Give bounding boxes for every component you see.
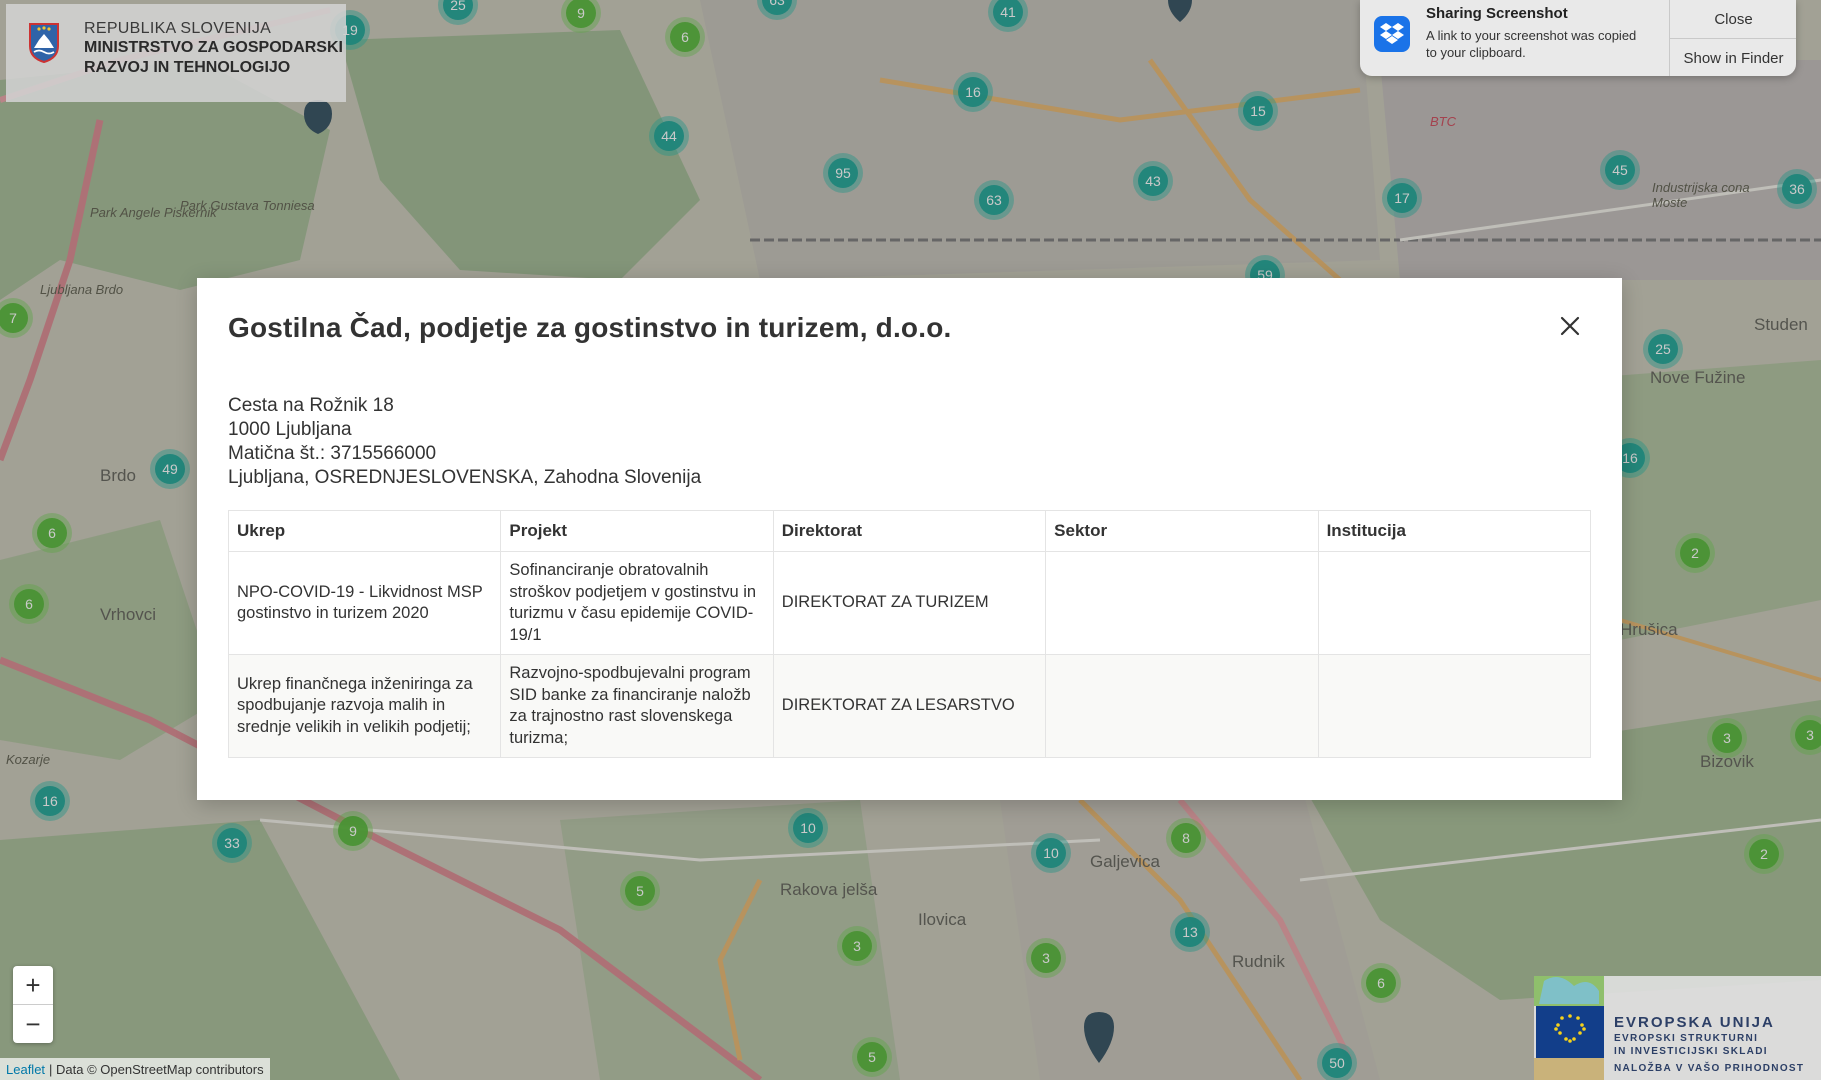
eu-subtitle-2: IN INVESTICIJSKI SKLADI	[1614, 1046, 1768, 1057]
address-street: Cesta na Rožnik 18	[228, 395, 394, 416]
modal-title: Gostilna Čad, podjetje za gostinstvo in …	[228, 312, 952, 343]
slovenia-crest-icon	[29, 23, 59, 64]
company-address: Cesta na Rožnik 18 1000 Ljubljana Matičn…	[228, 394, 1591, 490]
dropbox-icon	[1374, 16, 1410, 52]
zoom-control: + −	[13, 966, 53, 1043]
column-header-sektor: Sektor	[1045, 510, 1319, 552]
notification-body: A link to your screenshot was copied to …	[1426, 28, 1637, 60]
attribution-text: | Data © OpenStreetMap contributors	[49, 1061, 264, 1077]
ministry-line-1: REPUBLIKA SLOVENIJA	[84, 20, 272, 37]
table-cell	[1317, 551, 1592, 655]
table-cell	[1045, 654, 1319, 758]
registration-number: Matična št.: 3715566000	[228, 443, 437, 464]
projects-table: Ukrep Projekt Direktorat Sektor Instituc…	[227, 510, 1592, 758]
table-cell: Ukrep finančnega inženiringa za spodbuja…	[227, 654, 502, 758]
ministry-header: REPUBLIKA SLOVENIJA MINISTRSTVO ZA GOSPO…	[6, 4, 346, 102]
table-cell: Razvojno-spodbujevalni program SID banke…	[500, 654, 774, 758]
column-header-direktorat: Direktorat	[772, 510, 1047, 552]
column-header-institucija: Institucija	[1317, 510, 1592, 552]
show-in-finder-button[interactable]: Show in Finder	[1670, 38, 1796, 76]
company-details-modal: Gostilna Čad, podjetje za gostinstvo in …	[197, 278, 1622, 800]
zoom-in-button[interactable]: +	[13, 966, 53, 1004]
notification-close-button[interactable]: Close	[1670, 0, 1796, 38]
leaflet-link[interactable]: Leaflet	[6, 1062, 45, 1077]
address-city: 1000 Ljubljana	[228, 419, 352, 440]
table-cell	[1317, 654, 1592, 758]
table-row: Ukrep finančnega inženiringa za spodbuja…	[227, 654, 1592, 758]
eu-subtitle-1: EVROPSKI STRUKTURNI	[1614, 1033, 1759, 1044]
table-cell: NPO-COVID-19 - Likvidnost MSP gostinstvo…	[227, 551, 502, 655]
column-header-ukrep: Ukrep	[227, 510, 502, 552]
table-cell: DIREKTORAT ZA TURIZEM	[772, 551, 1047, 655]
eu-logo-graphic-icon	[1534, 976, 1604, 1080]
notification-title: Sharing Screenshot	[1426, 5, 1568, 22]
eu-funds-logo: EVROPSKA UNIJA EVROPSKI STRUKTURNI IN IN…	[1534, 976, 1821, 1080]
sharing-notification: Sharing Screenshot A link to your screen…	[1360, 0, 1796, 76]
table-cell: DIREKTORAT ZA LESARSTVO	[772, 654, 1047, 758]
eu-slogan: NALOŽBA V VAŠO PRIHODNOST	[1614, 1063, 1805, 1074]
ministry-line-3: RAZVOJ IN TEHNOLOGIJO	[84, 59, 291, 76]
table-row: NPO-COVID-19 - Likvidnost MSP gostinstvo…	[227, 551, 1592, 655]
table-cell: Sofinanciranje obratovalnih stroškov pod…	[500, 551, 774, 655]
table-cell	[1045, 551, 1319, 655]
zoom-out-button[interactable]: −	[13, 1004, 53, 1043]
eu-title: EVROPSKA UNIJA	[1614, 1014, 1775, 1031]
close-icon[interactable]	[1558, 314, 1582, 338]
address-region: Ljubljana, OSREDNJESLOVENSKA, Zahodna Sl…	[228, 467, 702, 488]
column-header-projekt: Projekt	[500, 510, 774, 552]
ministry-line-2: MINISTRSTVO ZA GOSPODARSKI	[84, 39, 343, 56]
map-attribution: Leaflet | Data © OpenStreetMap contribut…	[0, 1058, 270, 1080]
